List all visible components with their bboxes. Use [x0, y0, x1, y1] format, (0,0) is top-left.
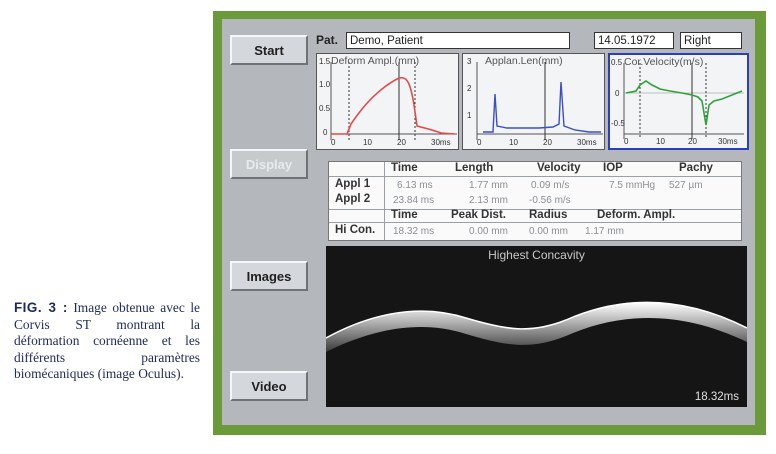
divider: [384, 162, 385, 240]
x-tick: 30ms: [431, 138, 451, 147]
video-button[interactable]: Video: [230, 371, 308, 401]
col-header: Time: [391, 209, 418, 221]
x-tick: 20: [397, 138, 406, 147]
graph-title: Deform Ampl.(mm): [331, 55, 420, 67]
col-header: Radius: [529, 209, 568, 221]
x-tick: 0: [477, 138, 482, 147]
scheimpflug-image[interactable]: Highest Concavity 18.32ms: [326, 246, 747, 407]
appl1-velocity: 0.09 m/s: [531, 180, 570, 191]
graph-title: Cor.Velocity(m/s): [624, 56, 704, 68]
col-header: Peak Dist.: [451, 209, 506, 221]
row-label: Hi Con.: [335, 224, 376, 236]
hicon-deform-ampl: 1.17 mm: [585, 226, 624, 237]
y-tick: 0.5: [611, 58, 623, 67]
row-label: Appl 1: [335, 178, 371, 190]
hicon-radius: 0.00 mm: [529, 226, 568, 237]
graph-title: Applan.Len(mm): [485, 55, 563, 67]
y-tick: 0.5: [319, 104, 331, 113]
birth-date-field[interactable]: 14.05.1972: [594, 32, 674, 49]
device-frame: Start Display Images Video Pat. Demo, Pa…: [213, 11, 766, 435]
hicon-time: 18.32 ms: [393, 226, 435, 237]
col-header: IOP: [603, 162, 623, 174]
deform-ampl-graph: Deform Ampl.(mm) 1.5 1.0 0.5 0 0 10 20 3…: [316, 53, 459, 150]
images-button[interactable]: Images: [230, 261, 308, 291]
scan-title: Highest Concavity: [488, 248, 585, 262]
x-tick: 0: [331, 138, 336, 147]
y-tick: 0: [323, 128, 328, 137]
y-tick: 1.5: [319, 57, 331, 66]
figure-label: FIG. 3 :: [14, 300, 68, 315]
cor-velocity-graph[interactable]: Cor.Velocity(m/s) 0.5 0 -0.5 0 10 20 30m…: [608, 53, 749, 150]
y-tick: 3: [467, 57, 472, 66]
scan-timestamp: 18.32ms: [694, 391, 739, 403]
x-tick: 30ms: [577, 138, 597, 147]
col-header: Velocity: [537, 162, 581, 174]
eye-field[interactable]: Right: [680, 32, 742, 49]
display-button[interactable]: Display: [230, 149, 308, 179]
patient-label: Pat.: [316, 33, 339, 47]
start-button[interactable]: Start: [230, 35, 308, 65]
parameters-table: Time Length Velocity IOP Pachy Appl 1 6.…: [328, 161, 742, 241]
appl1-iop: 7.5 mmHg: [609, 180, 656, 191]
applan-len-graph: Applan.Len(mm) 3 2 1 0 10 20 30ms: [462, 53, 605, 150]
appl1-pachy: 527 µm: [669, 180, 703, 191]
x-tick: 20: [688, 137, 697, 146]
appl2-time: 23.84 ms: [393, 195, 435, 206]
y-tick: 1: [467, 111, 472, 120]
figure-caption: FIG. 3 : Image obtenue avec le Corvis ST…: [14, 300, 200, 383]
cornea-image: [326, 301, 747, 407]
appl2-velocity: -0.56 m/s: [529, 195, 571, 206]
appl2-length: 2.13 mm: [469, 195, 508, 206]
y-tick: 1.0: [319, 80, 331, 89]
y-tick: 2: [467, 84, 472, 93]
divider: [329, 176, 741, 177]
y-tick: -0.5: [611, 119, 625, 128]
appl1-time: 6.13 ms: [397, 180, 433, 191]
patient-bar: Pat. Demo, Patient 14.05.1972 Right: [316, 32, 745, 51]
col-header: Length: [455, 162, 494, 174]
patient-name-field[interactable]: Demo, Patient: [346, 32, 570, 49]
col-header: Time: [391, 162, 418, 174]
x-tick: 10: [509, 138, 518, 147]
x-tick: 0: [624, 137, 629, 146]
divider: [329, 222, 741, 223]
y-tick: 0: [615, 89, 620, 98]
x-tick: 30ms: [718, 137, 738, 146]
appl1-length: 1.77 mm: [469, 180, 508, 191]
col-header: Deform. Ampl.: [597, 209, 676, 221]
x-tick: 20: [543, 138, 552, 147]
x-tick: 10: [363, 138, 372, 147]
x-tick: 10: [656, 137, 665, 146]
hicon-peak-dist: 0.00 mm: [469, 226, 508, 237]
col-header: Pachy: [679, 162, 713, 174]
corvis-screen: Start Display Images Video Pat. Demo, Pa…: [222, 19, 755, 425]
row-label: Appl 2: [335, 193, 371, 205]
